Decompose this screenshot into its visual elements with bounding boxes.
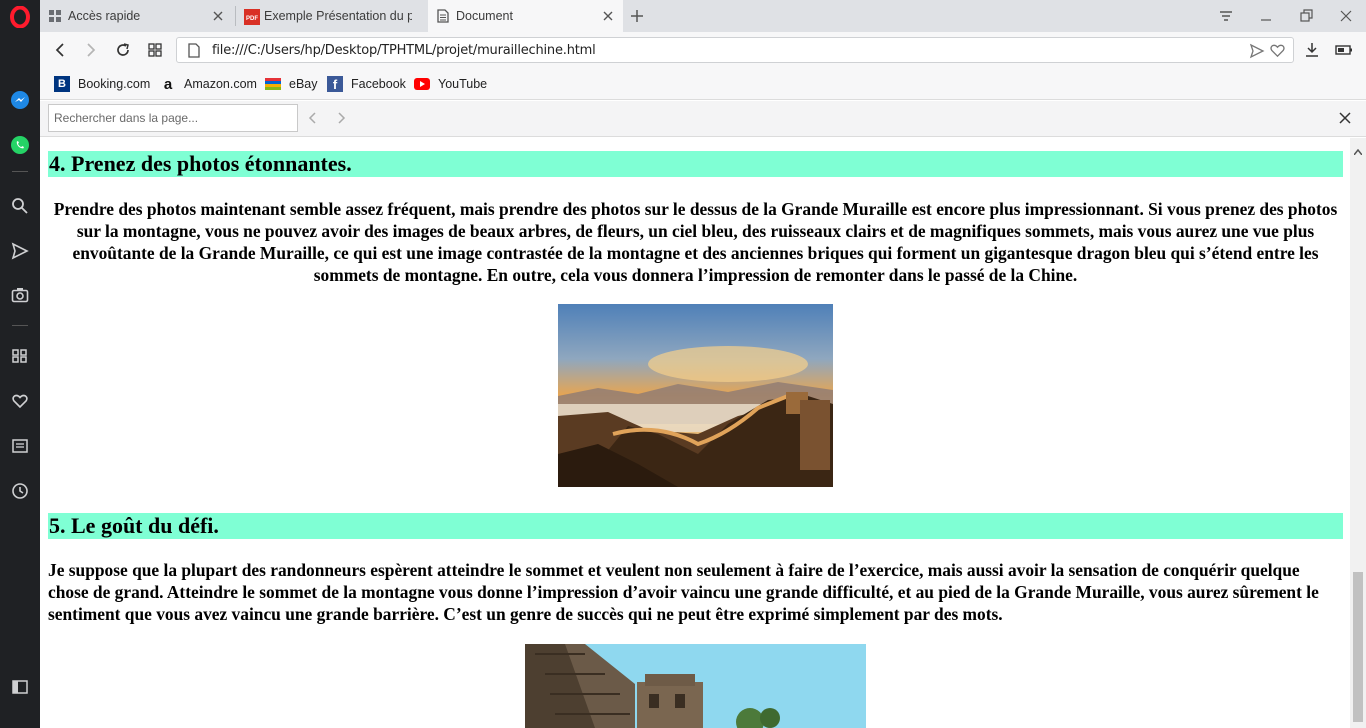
ebay-icon — [265, 76, 281, 92]
whatsapp-icon[interactable] — [8, 133, 32, 157]
page-content: 4. Prenez des photos étonnantes. Prendre… — [40, 138, 1350, 728]
camera-icon[interactable] — [8, 283, 32, 307]
speed-dial-icon[interactable] — [8, 344, 32, 368]
sidebar-toggle-icon[interactable] — [8, 675, 32, 699]
page-info-icon[interactable] — [187, 43, 201, 63]
bookmarks-bar: B Booking.com a Amazon.com eBay f Facebo… — [40, 68, 1366, 100]
opera-logo-icon[interactable] — [8, 5, 32, 29]
history-icon[interactable] — [8, 479, 32, 503]
pdf-icon: PDF — [244, 9, 260, 25]
tab-speed-dial[interactable]: Accès rapide — [40, 0, 233, 32]
scroll-up-icon[interactable] — [1353, 142, 1363, 160]
close-icon[interactable] — [211, 9, 225, 23]
find-close-icon[interactable] — [1338, 111, 1352, 130]
svg-text:PDF: PDF — [246, 16, 258, 22]
facebook-icon: f — [327, 76, 343, 92]
bookmark-label: YouTube — [438, 77, 488, 91]
opera-sidebar — [0, 0, 40, 728]
amazon-icon: a — [163, 75, 173, 93]
address-bar: file:///C:/Users/hp/Desktop/TPHTML/proje… — [40, 32, 1366, 68]
forward-icon[interactable] — [81, 40, 101, 60]
page-scrollbar[interactable] — [1350, 138, 1366, 728]
search-icon[interactable] — [8, 194, 32, 218]
bookmark-ebay[interactable]: eBay — [265, 75, 318, 93]
reload-icon[interactable] — [113, 40, 133, 60]
tab-title: Document — [456, 9, 513, 23]
find-input[interactable] — [48, 104, 298, 132]
great-wall-sunset-photo — [558, 304, 833, 487]
heart-icon[interactable] — [8, 389, 32, 413]
window-close-icon[interactable] — [1336, 6, 1356, 26]
section-4-heading: 4. Prenez des photos étonnantes. — [48, 151, 1343, 177]
find-bar — [40, 101, 1366, 137]
download-icon[interactable] — [1302, 40, 1322, 60]
section-5-paragraph: Je suppose que la plupart des randonneur… — [48, 560, 1319, 624]
url-field[interactable]: file:///C:/Users/hp/Desktop/TPHTML/proje… — [176, 37, 1294, 63]
find-previous-icon[interactable] — [306, 111, 320, 130]
tab-document[interactable]: Document — [428, 0, 623, 32]
send-icon[interactable] — [8, 239, 32, 263]
section-4-paragraph: Prendre des photos maintenant semble ass… — [53, 199, 1338, 285]
minimize-icon[interactable] — [1256, 6, 1276, 26]
youtube-icon — [414, 76, 430, 92]
send-icon[interactable] — [1249, 43, 1265, 64]
speed-dial-icon[interactable] — [145, 40, 165, 60]
great-wall-tower-photo — [525, 644, 866, 728]
restore-icon[interactable] — [1296, 6, 1316, 26]
tab-pdf[interactable]: PDF Exemple Présentation du p — [236, 0, 426, 32]
bookmark-label: Amazon.com — [184, 77, 257, 91]
speed-dial-icon — [48, 9, 62, 23]
bookmark-amazon[interactable]: a Amazon.com — [160, 75, 257, 93]
bookmark-facebook[interactable]: f Facebook — [327, 75, 406, 93]
bookmark-label: eBay — [289, 77, 318, 91]
tab-title: Accès rapide — [68, 9, 141, 23]
bookmark-booking[interactable]: B Booking.com — [54, 75, 150, 93]
close-icon[interactable] — [601, 9, 615, 23]
section-5-heading: 5. Le goût du défi. — [48, 513, 1343, 539]
tab-strip: Accès rapide PDF Exemple Présentation du… — [40, 0, 1366, 32]
scrollbar-thumb[interactable] — [1353, 572, 1363, 722]
news-icon[interactable] — [8, 434, 32, 458]
bookmark-label: Booking.com — [78, 77, 151, 91]
bookmark-youtube[interactable]: YouTube — [414, 75, 487, 93]
back-icon[interactable] — [50, 40, 70, 60]
new-tab-icon[interactable] — [628, 7, 646, 25]
url-text: file:///C:/Users/hp/Desktop/TPHTML/proje… — [212, 43, 596, 58]
tab-menu-icon[interactable] — [1216, 6, 1236, 26]
battery-icon[interactable] — [1334, 40, 1354, 60]
bookmark-heart-icon[interactable] — [1269, 42, 1286, 64]
messenger-icon[interactable] — [8, 88, 32, 112]
document-icon — [436, 9, 450, 23]
find-next-icon[interactable] — [334, 111, 348, 130]
tab-title: Exemple Présentation du p — [264, 9, 412, 23]
bookmark-label: Facebook — [351, 77, 406, 91]
booking-icon: B — [54, 76, 70, 92]
